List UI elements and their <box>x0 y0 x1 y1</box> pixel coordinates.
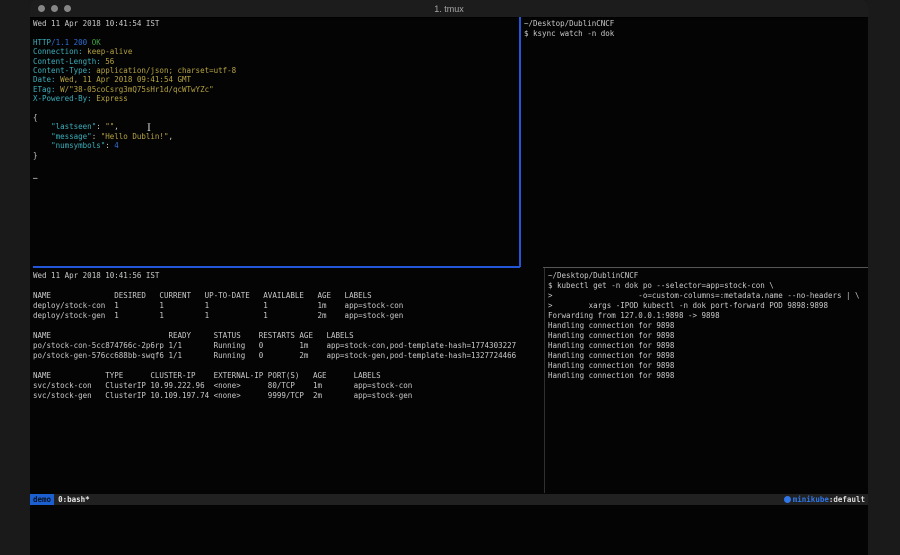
pane-divider-horizontal <box>543 267 868 268</box>
terminal-line: $ kubectl get -n dok po --selector=app=s… <box>548 281 866 291</box>
terminal-line: Wed 11 Apr 2018 10:41:54 IST <box>33 19 517 28</box>
terminal-line: > -o=custom-columns=:metadata.name --no-… <box>548 291 866 301</box>
pane-divider-vertical-bottom <box>544 268 545 493</box>
kubernetes-icon <box>784 496 791 503</box>
terminal-line: Wed 11 Apr 2018 10:41:56 IST <box>33 271 541 281</box>
terminal-line: Connection: keep-alive <box>33 47 517 56</box>
terminal-line: $ ksync watch -n dok <box>524 29 864 39</box>
pane-kubectl-get[interactable]: Wed 11 Apr 2018 10:41:56 IST NAME DESIRE… <box>33 271 541 401</box>
terminal-line: > xargs -IPOD kubectl -n dok port-forwar… <box>548 301 866 311</box>
ibeam-cursor-icon: I <box>147 123 151 134</box>
terminal-line <box>33 160 517 169</box>
terminal-line: svc/stock-con ClusterIP 10.99.222.96 <no… <box>33 381 541 391</box>
terminal-line: HTTP/1.1 200 OK <box>33 38 517 47</box>
terminal-line: Forwarding from 127.0.0.1:9898 -> 9898 <box>548 311 866 321</box>
terminal-line: } <box>33 151 517 160</box>
terminal-line: Content-Length: 56 <box>33 57 517 66</box>
terminal-line <box>33 321 541 331</box>
terminal-line: Handling connection for 9898 <box>548 321 866 331</box>
terminal-line: po/stock-con-5cc874766c-2p6rp 1/1 Runnin… <box>33 341 541 351</box>
terminal-line: deploy/stock-gen 1 1 1 1 2m app=stock-ge… <box>33 311 541 321</box>
terminal-line <box>33 281 541 291</box>
terminal-line: "lastseen": "", <box>33 122 517 131</box>
terminal-line <box>33 104 517 113</box>
terminal-line: svc/stock-gen ClusterIP 10.109.197.74 <n… <box>33 391 541 401</box>
terminal-line: Handling connection for 9898 <box>548 361 866 371</box>
terminal-line: po/stock-gen-576cc688bb-swqf6 1/1 Runnin… <box>33 351 541 361</box>
window-titlebar[interactable]: 1. tmux <box>30 0 868 18</box>
window-title: 1. tmux <box>30 4 868 14</box>
terminal-line <box>33 28 517 37</box>
pane-divider-vertical-top <box>519 17 521 267</box>
terminal-line: NAME TYPE CLUSTER-IP EXTERNAL-IP PORT(S)… <box>33 371 541 381</box>
terminal-line: X-Powered-By: Express <box>33 94 517 103</box>
terminal-line: NAME DESIRED CURRENT UP-TO-DATE AVAILABL… <box>33 291 541 301</box>
terminal-line: ~/Desktop/DublinCNCF <box>548 271 866 281</box>
terminal-line: ETag: W/"38-05coCsrg3mQ75sHr1d/qcWTwYZc" <box>33 85 517 94</box>
kube-context-label: minikube <box>793 495 829 504</box>
session-name-badge: demo <box>30 494 54 505</box>
terminal-line: Handling connection for 9898 <box>548 371 866 381</box>
terminal-line: { <box>33 113 517 122</box>
terminal-line: Handling connection for 9898 <box>548 331 866 341</box>
tmux-status-bar: demo 0:bash* minikube :default <box>30 494 868 505</box>
terminal-line: Content-Type: application/json; charset=… <box>33 66 517 75</box>
terminal-line: ~/Desktop/DublinCNCF <box>524 19 864 29</box>
pane-divider-horizontal-active <box>33 266 520 268</box>
terminal-line: Date: Wed, 11 Apr 2018 09:41:54 GMT <box>33 75 517 84</box>
pane-http-response[interactable]: Wed 11 Apr 2018 10:41:54 IST HTTP/1.1 20… <box>33 19 517 179</box>
window-tab-active[interactable]: 0:bash* <box>58 495 90 504</box>
pane-port-forward[interactable]: ~/Desktop/DublinCNCF$ kubectl get -n dok… <box>548 271 866 381</box>
terminal-line: NAME READY STATUS RESTARTS AGE LABELS <box>33 331 541 341</box>
kube-status: minikube :default <box>784 495 865 504</box>
desktop-background: 1. tmux Wed 11 Apr 2018 10:41:54 IST HTT… <box>0 0 900 555</box>
terminal-line: deploy/stock-con 1 1 1 1 1m app=stock-co… <box>33 301 541 311</box>
terminal-line: "numsymbols": 4 <box>33 141 517 150</box>
terminal-line: Handling connection for 9898 <box>548 341 866 351</box>
terminal-line: "message": "Hello Dublin!", <box>33 132 517 141</box>
kube-namespace-label: :default <box>829 495 865 504</box>
terminal-window: 1. tmux Wed 11 Apr 2018 10:41:54 IST HTT… <box>30 0 868 555</box>
terminal-line: Handling connection for 9898 <box>548 351 866 361</box>
terminal-line <box>33 361 541 371</box>
terminal-line: _ <box>33 170 517 179</box>
pane-ksync[interactable]: ~/Desktop/DublinCNCF$ ksync watch -n dok <box>524 19 864 39</box>
